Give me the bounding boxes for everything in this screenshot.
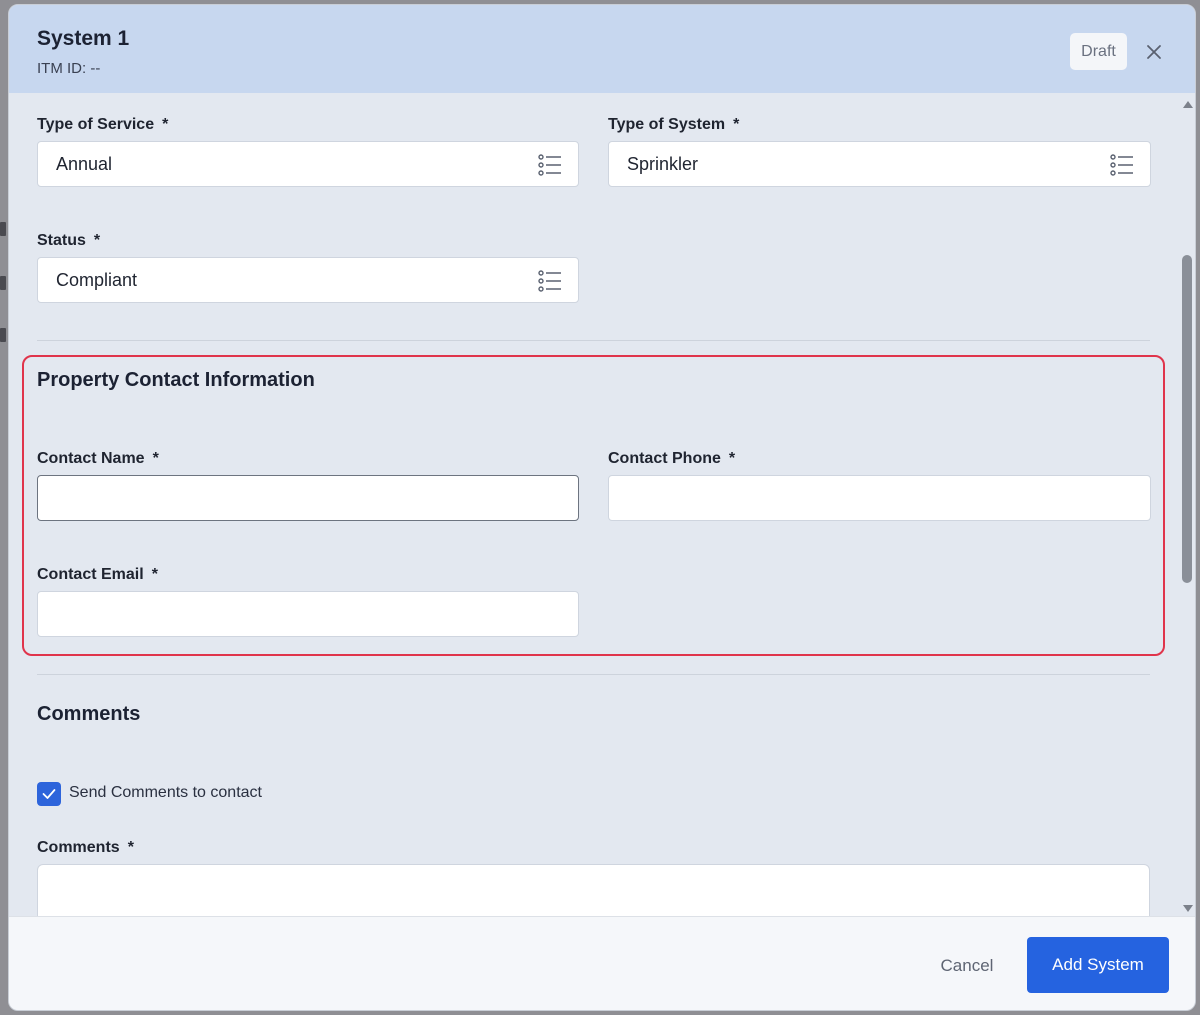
modal-header: System 1 ITM ID: -- Draft bbox=[9, 5, 1195, 93]
status-select[interactable]: Compliant bbox=[37, 257, 579, 303]
scrollbar[interactable] bbox=[1179, 93, 1195, 916]
close-icon bbox=[1147, 45, 1161, 59]
cancel-button[interactable]: Cancel bbox=[927, 951, 1007, 981]
type-of-service-select[interactable]: Annual bbox=[37, 141, 579, 187]
scroll-down-arrow[interactable] bbox=[1183, 905, 1193, 912]
scrollbar-thumb[interactable] bbox=[1182, 255, 1192, 583]
type-of-service-label: Type of Service * bbox=[37, 116, 169, 133]
contact-phone-input[interactable] bbox=[608, 475, 1151, 521]
comments-label: Comments * bbox=[37, 839, 134, 856]
list-icon bbox=[1110, 154, 1133, 176]
type-of-system-select[interactable]: Sprinkler bbox=[608, 141, 1151, 187]
status-label: Status * bbox=[37, 232, 101, 249]
contact-phone-label: Contact Phone * bbox=[608, 450, 736, 467]
checkmark-icon bbox=[42, 789, 56, 799]
type-of-system-value: Sprinkler bbox=[627, 153, 699, 174]
contact-email-input[interactable] bbox=[37, 591, 579, 637]
backdrop-fragment bbox=[0, 276, 6, 290]
scroll-up-arrow[interactable] bbox=[1183, 101, 1193, 108]
send-comments-label[interactable]: Send Comments to contact bbox=[69, 784, 262, 802]
type-of-system-label: Type of System * bbox=[608, 116, 740, 133]
send-comments-checkbox[interactable] bbox=[37, 782, 61, 806]
close-button[interactable] bbox=[1141, 39, 1167, 65]
modal-footer: Cancel Add System bbox=[9, 916, 1195, 1010]
comments-textarea[interactable] bbox=[37, 864, 1150, 916]
type-of-service-value: Annual bbox=[56, 153, 113, 174]
list-icon bbox=[538, 154, 561, 176]
contact-email-label: Contact Email * bbox=[37, 566, 158, 583]
contact-name-label: Contact Name * bbox=[37, 450, 159, 467]
backdrop-fragment bbox=[0, 328, 6, 342]
add-system-modal: System 1 ITM ID: -- Draft Type of Servic… bbox=[8, 4, 1196, 1011]
list-icon bbox=[538, 270, 561, 292]
status-badge: Draft bbox=[1070, 33, 1127, 70]
modal-body: Type of Service * Annual Type of System * … bbox=[9, 93, 1195, 916]
property-contact-title: Property Contact Information bbox=[37, 369, 315, 391]
comments-title: Comments bbox=[37, 703, 141, 725]
section-divider bbox=[37, 340, 1150, 341]
contact-name-input[interactable] bbox=[37, 475, 579, 521]
section-divider bbox=[37, 674, 1150, 675]
modal-title: System 1 bbox=[37, 27, 130, 50]
status-value: Compliant bbox=[56, 269, 138, 290]
itm-id: ITM ID: -- bbox=[37, 60, 101, 77]
backdrop-fragment bbox=[0, 222, 6, 236]
add-system-button[interactable]: Add System bbox=[1027, 937, 1169, 993]
